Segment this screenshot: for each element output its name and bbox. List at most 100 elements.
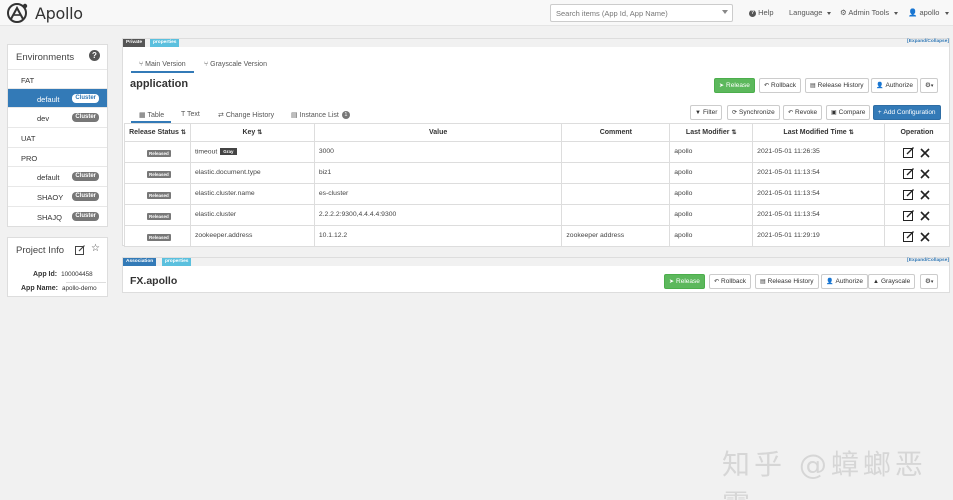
- send-icon: ➤: [669, 279, 675, 285]
- edit-icon[interactable]: [903, 168, 914, 179]
- key-cell: elastic.document.type: [189, 162, 315, 184]
- chevron-down-icon[interactable]: [722, 10, 728, 14]
- star-icon[interactable]: ☆: [91, 244, 100, 254]
- released-badge: Released: [147, 234, 171, 241]
- cluster-item-fat-default[interactable]: default Cluster: [8, 88, 107, 107]
- sort-icon[interactable]: ⇅: [181, 130, 186, 136]
- table-header-row: Release Status ⇅ Key ⇅ Value Comment Last …: [124, 123, 950, 142]
- table-row: Released zookeeper.address 10.1.12.2 zoo…: [124, 225, 950, 247]
- revoke-label: Revoke: [795, 109, 818, 116]
- user-menu[interactable]: 👤 apollo: [908, 8, 949, 17]
- delete-icon[interactable]: [920, 210, 930, 221]
- table-row: Released elastic.cluster 2.2.2.2:9300,4.…: [124, 204, 950, 226]
- delete-icon[interactable]: [920, 189, 930, 200]
- edit-icon[interactable]: [903, 210, 914, 221]
- namespace-panel-fx-apollo: Association properties [Expand/Collapse]…: [122, 257, 950, 293]
- env-item-uat[interactable]: UAT: [8, 127, 107, 146]
- authorize-label: Authorize: [835, 278, 863, 285]
- edit-icon[interactable]: [903, 189, 914, 200]
- released-badge: Released: [147, 213, 171, 220]
- release-button[interactable]: ➤ Release: [664, 274, 705, 289]
- col-release-status[interactable]: Release Status ⇅: [124, 123, 191, 142]
- sort-icon[interactable]: ⇅: [849, 130, 854, 136]
- table-row: Released elastic.document.type biz1 apol…: [124, 162, 950, 184]
- environments-panel: Environments ? FAT default Cluster dev C…: [7, 44, 108, 227]
- format-tag: properties: [150, 39, 180, 47]
- grayscale-button[interactable]: ▲ Grayscale: [868, 274, 916, 289]
- key-cell: elastic.cluster: [189, 204, 315, 226]
- status-cell: Released: [124, 225, 191, 247]
- authorize-button[interactable]: 👤 Authorize: [871, 78, 918, 93]
- delete-icon[interactable]: [920, 147, 930, 158]
- release-history-button[interactable]: ▤ Release History: [805, 78, 869, 93]
- released-badge: Released: [147, 171, 171, 178]
- rollback-button[interactable]: ↶ Rollback: [709, 274, 751, 289]
- app-search[interactable]: [550, 4, 733, 22]
- col-label: Last Modifier: [685, 129, 730, 136]
- cluster-label: default: [37, 95, 60, 104]
- tab-grayscale-version[interactable]: ⑂ Grayscale Version: [204, 61, 267, 68]
- edit-icon[interactable]: [903, 147, 914, 158]
- env-item-pro[interactable]: PRO: [8, 147, 107, 166]
- tab-main-version[interactable]: ⑂ Main Version: [139, 61, 186, 68]
- status-cell: Released: [124, 162, 191, 184]
- col-label: Last Modified Time: [783, 129, 847, 136]
- sort-icon[interactable]: ⇅: [257, 130, 262, 136]
- help-link[interactable]: ? Help: [749, 8, 774, 17]
- modifier-cell: apollo: [669, 204, 754, 226]
- watermark-text: 知乎 @蟑螂恶霸: [722, 448, 927, 500]
- modifier-cell: apollo: [669, 225, 754, 247]
- cluster-item-fat-dev[interactable]: dev Cluster: [8, 107, 107, 126]
- apollo-logo-icon: [7, 3, 28, 23]
- col-label: Comment: [599, 129, 632, 136]
- cluster-item-pro-default[interactable]: default Cluster: [8, 166, 107, 185]
- col-last-modifier[interactable]: Last Modifier ⇅: [669, 123, 754, 142]
- cluster-item-pro-shaoy[interactable]: SHAOY Cluster: [8, 186, 107, 205]
- tab-label: Change History: [225, 112, 275, 119]
- search-input[interactable]: [551, 5, 716, 21]
- release-button[interactable]: ➤ Release: [714, 78, 755, 93]
- filter-button[interactable]: ▼ Filter: [690, 105, 723, 120]
- tab-label: Table: [147, 112, 165, 119]
- edit-icon[interactable]: [75, 245, 85, 255]
- tab-table[interactable]: ▦ Table: [139, 111, 164, 119]
- delete-icon[interactable]: [920, 231, 930, 242]
- expand-collapse-link[interactable]: [Expand/Collapse]: [907, 39, 949, 44]
- expand-collapse-link[interactable]: [Expand/Collapse]: [907, 258, 949, 263]
- edit-icon[interactable]: [903, 231, 914, 242]
- language-menu[interactable]: Language: [789, 8, 831, 17]
- time-cell: 2021-05-01 11:13:54: [752, 204, 885, 226]
- col-last-modified-time[interactable]: Last Modified Time ⇅: [752, 123, 885, 142]
- value-cell: 3000: [313, 141, 563, 163]
- revoke-button[interactable]: ↶ Revoke: [783, 105, 823, 120]
- col-key[interactable]: Key ⇅: [189, 123, 315, 142]
- sort-icon[interactable]: ⇅: [731, 130, 736, 136]
- settings-dropdown[interactable]: ⚙▾: [920, 78, 939, 93]
- env-item-fat[interactable]: FAT: [8, 69, 107, 88]
- release-history-button[interactable]: ▤ Release History: [755, 274, 819, 289]
- delete-icon[interactable]: [920, 168, 930, 179]
- add-configuration-label: Add Configuration: [883, 109, 936, 116]
- status-cell: Released: [124, 204, 191, 226]
- private-tag: Private: [123, 39, 145, 47]
- synchronize-button[interactable]: ⟳ Synchronize: [727, 105, 780, 120]
- question-icon[interactable]: ?: [89, 50, 100, 61]
- modifier-cell: apollo: [669, 141, 754, 163]
- settings-dropdown[interactable]: ⚙▾: [920, 274, 939, 289]
- admin-tools-menu[interactable]: ⚙ Admin Tools: [840, 8, 898, 17]
- user-label: apollo: [919, 8, 940, 17]
- add-configuration-button[interactable]: + Add Configuration: [873, 105, 941, 120]
- rollback-icon: ↶: [714, 279, 720, 285]
- authorize-button[interactable]: 👤 Authorize: [821, 274, 868, 289]
- compare-button[interactable]: ▣ Compare: [826, 105, 871, 120]
- apollo-logo[interactable]: Apollo: [6, 2, 83, 24]
- grayscale-label: Grayscale: [880, 278, 911, 285]
- language-label: Language: [789, 8, 823, 17]
- cluster-item-pro-shajq[interactable]: SHAJQ Cluster: [8, 206, 107, 225]
- tab-change-history[interactable]: ⇄ Change History: [218, 111, 274, 119]
- tab-instance-list[interactable]: ▤ Instance List 1: [291, 111, 350, 120]
- app-name-row: App Name: apollo-demo: [21, 285, 97, 292]
- rollback-button[interactable]: ↶ Rollback: [759, 78, 801, 93]
- time-cell: 2021-05-01 11:29:19: [752, 225, 885, 247]
- tab-text[interactable]: T Text: [181, 111, 200, 118]
